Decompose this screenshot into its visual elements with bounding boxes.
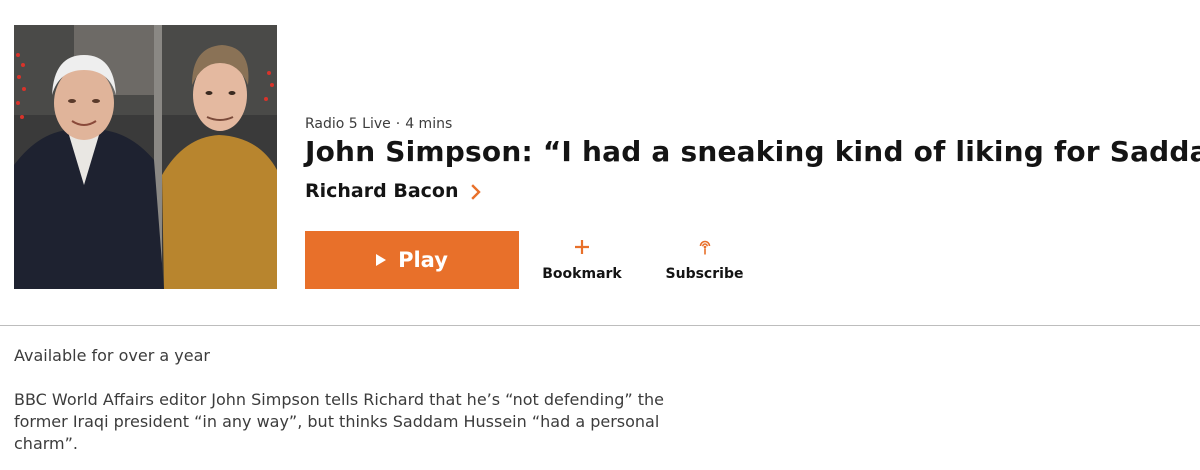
- episode-artwork-photo: [14, 25, 277, 289]
- plus-icon: [573, 238, 591, 260]
- episode-header: Radio 5 Live · 4 mins John Simpson: “I had…: [0, 0, 1200, 326]
- subscribe-label: Subscribe: [665, 266, 744, 282]
- subscribe-button[interactable]: Subscribe: [666, 238, 743, 282]
- episode-artwork: [14, 25, 277, 289]
- play-icon: [376, 254, 387, 266]
- bookmark-button[interactable]: Bookmark: [542, 238, 622, 282]
- episode-title: John Simpson: “I had a sneaking kind of …: [305, 135, 1200, 168]
- play-button[interactable]: Play: [305, 231, 519, 289]
- network-name: Radio 5 Live: [305, 116, 391, 132]
- chevron-right-icon: [468, 183, 484, 200]
- brand-name: Richard Bacon: [305, 180, 459, 202]
- episode-meta: Radio 5 Live · 4 mins: [305, 116, 452, 132]
- play-button-label: Play: [398, 248, 448, 272]
- podcast-icon: [696, 238, 714, 260]
- episode-duration: 4 mins: [405, 116, 453, 132]
- brand-link[interactable]: Richard Bacon: [305, 180, 484, 202]
- bookmark-label: Bookmark: [542, 266, 622, 282]
- section-divider: [0, 325, 1200, 326]
- episode-page: Radio 5 Live · 4 mins John Simpson: “I had…: [0, 0, 1200, 470]
- availability-text: Available for over a year: [14, 346, 210, 365]
- meta-separator: ·: [395, 116, 401, 132]
- episode-synopsis: BBC World Affairs editor John Simpson te…: [14, 390, 665, 453]
